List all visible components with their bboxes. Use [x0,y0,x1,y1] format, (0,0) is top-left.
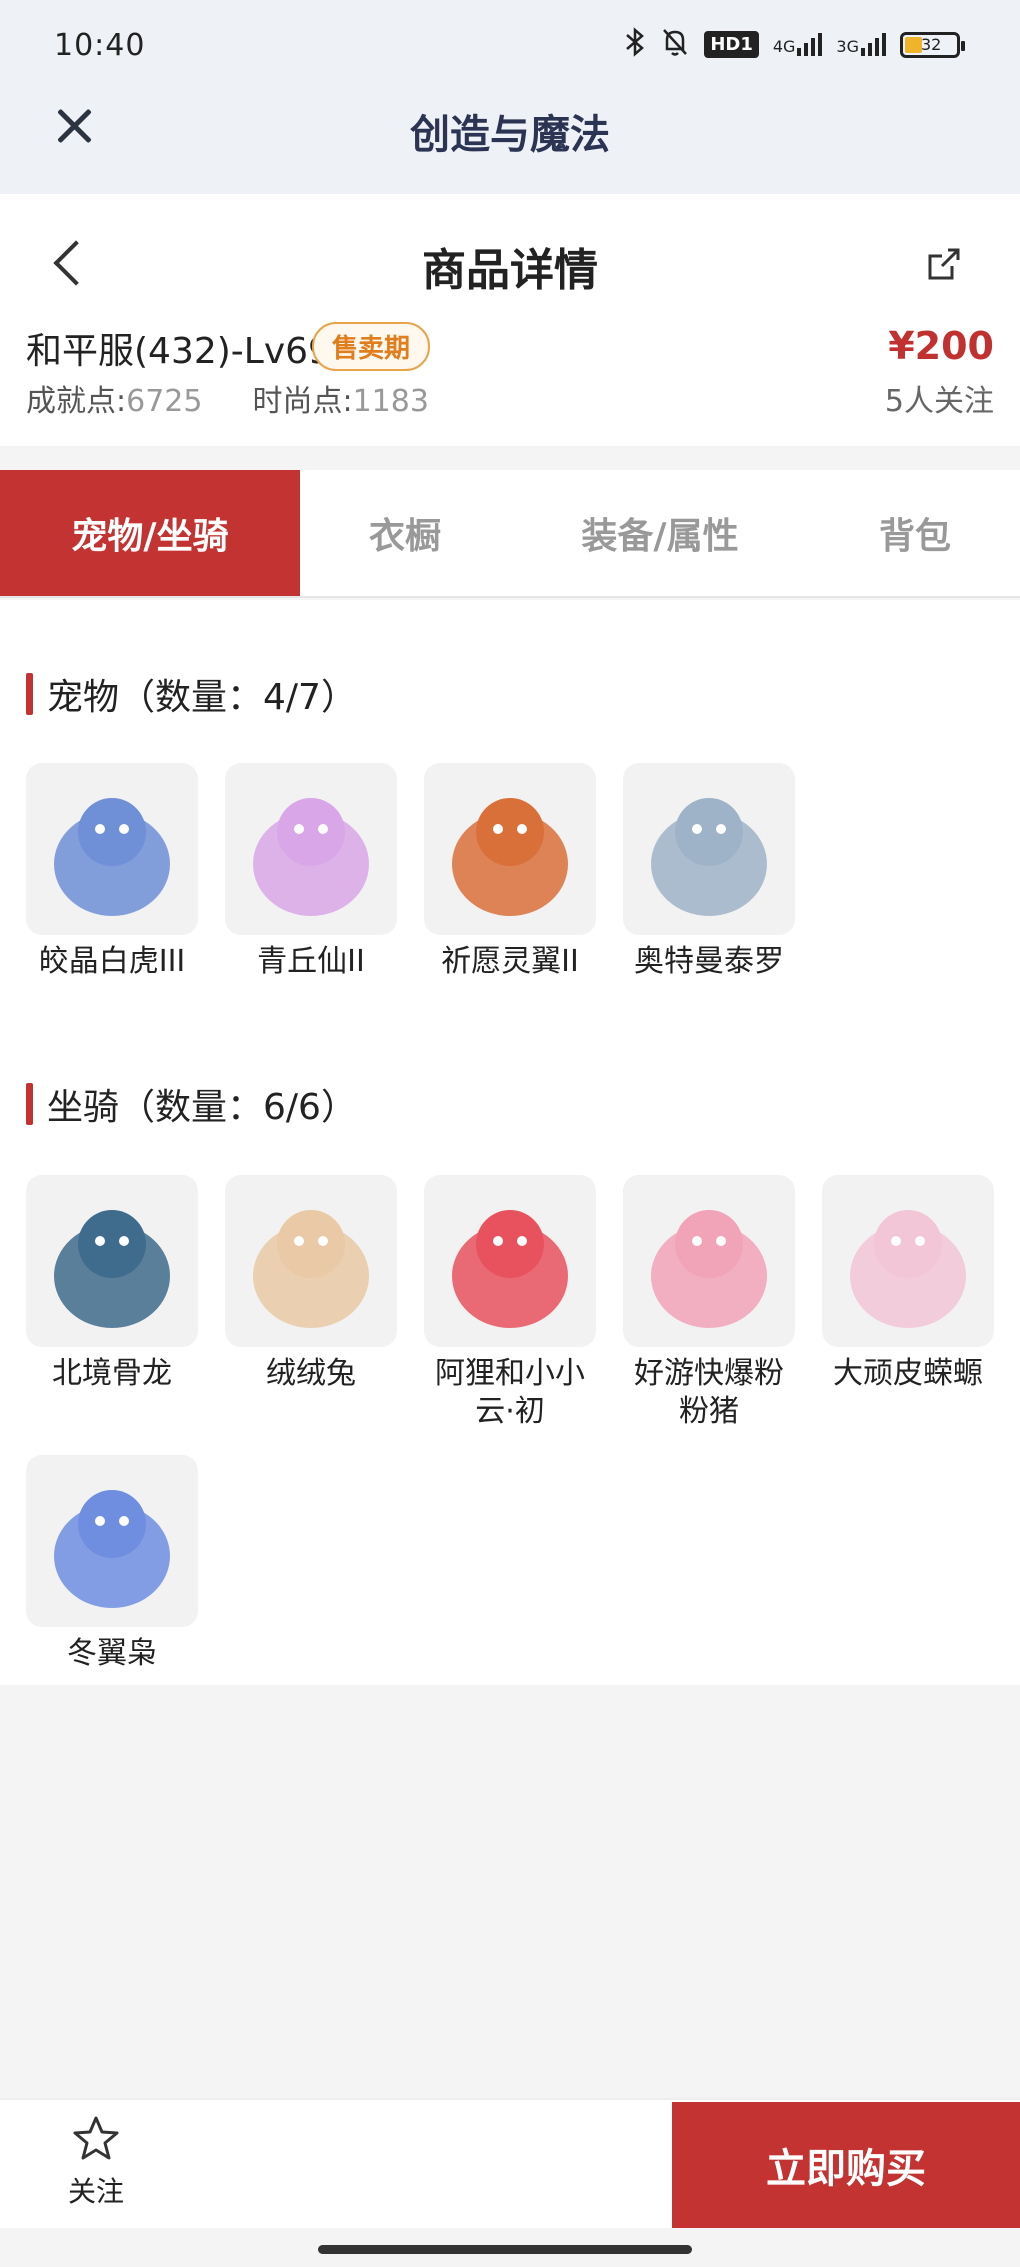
network-4g-label: 4G [772,37,796,56]
mount-name: 好游快爆粉粉猪 [634,1356,784,1429]
mute-bell-icon [660,26,690,63]
follow-label: 关注 [67,2175,124,2208]
mount-item[interactable]: 绒绒兔 [225,1175,397,1431]
bottom-bar: 关注 立即购买 [0,2098,1020,2228]
achievement-label: 成就点: [26,384,127,419]
hd-badge: HD1 [704,31,759,58]
mounts-grid: 北境骨龙 绒绒兔 阿狸和小小云·初 好游快爆粉粉猪 大顽皮蝾螈冬翼枭 [26,1175,994,1673]
item-name: 和平服(432)-Lv69 [26,331,331,372]
network-3g-label: 3G [836,37,859,56]
mount-name: 阿狸和小小云·初 [435,1356,585,1429]
signal-4g-icon: 4G [773,33,823,56]
follow-button[interactable]: 关注 [60,2114,132,2210]
mount-name: 绒绒兔 [266,1356,356,1391]
fox-spirit-icon [225,763,397,935]
achievement-value: 6725 [126,384,203,419]
owl-icon [26,1455,198,1627]
axolotl-icon [822,1175,994,1347]
mount-item[interactable]: 冬翼枭 [26,1455,198,1673]
mount-item[interactable]: 北境骨龙 [26,1175,198,1431]
pet-name: 皎晶白虎III [38,944,186,979]
pet-item[interactable]: 奥特曼泰罗 [623,763,795,981]
page-title: 商品详情 [422,245,598,296]
battery-icon: 32 [900,31,965,58]
follower-count: 5人关注 [884,384,994,419]
pets-mounts-panel: 宠物（数量：4/7） 皎晶白虎III 青丘仙II 祈愿灵翼II 奥特曼泰罗 坐骑（数量… [0,600,1020,1685]
fashion-value: 1183 [352,384,429,419]
ultraman-icon [623,763,795,935]
top-area: 10:40 HD1 4G 3G 32 创造与魔法 [0,0,1020,194]
eagle-icon [424,763,596,935]
tab-pets-mounts[interactable]: 宠物/坐骑 [0,470,300,596]
mount-name: 北境骨龙 [52,1356,172,1391]
rabbit-icon [225,1175,397,1347]
tab-equipment[interactable]: 装备/属性 [510,470,810,596]
bluetooth-icon [624,26,646,63]
share-icon[interactable] [924,244,964,284]
fox-cloud-icon [424,1175,596,1347]
pets-section-title: 宠物（数量：4/7） [26,668,357,720]
home-indicator[interactable] [318,2245,692,2254]
tab-backpack[interactable]: 背包 [810,470,1020,596]
pet-item[interactable]: 青丘仙II [225,763,397,981]
price: ¥200 [888,324,994,368]
fashion-label: 时尚点: [252,384,353,419]
battery-percent: 32 [921,35,942,54]
bone-dragon-icon [26,1175,198,1347]
mounts-section-title: 坐骑（数量：6/6） [26,1078,357,1130]
mount-item[interactable]: 阿狸和小小云·初 [424,1175,596,1431]
pet-name: 奥特曼泰罗 [634,944,784,979]
battery-level [905,36,923,53]
status-icons: HD1 4G 3G 32 [624,26,965,63]
mount-item[interactable]: 好游快爆粉粉猪 [623,1175,795,1431]
mount-name: 大顽皮蝾螈 [833,1356,983,1391]
buy-now-button[interactable]: 立即购买 [672,2102,1020,2228]
detail-tabs: 宠物/坐骑 衣橱 装备/属性 背包 [0,470,1020,598]
pig-icon [623,1175,795,1347]
pets-grid: 皎晶白虎III 青丘仙II 祈愿灵翼II 奥特曼泰罗 [26,763,994,981]
status-time: 10:40 [54,28,146,63]
product-header: 商品详情 和平服(432)-Lv69 售卖期 ¥200 成就点:6725 时尚点:… [0,194,1020,446]
mount-name: 冬翼枭 [67,1636,157,1671]
pet-name: 青丘仙II [257,944,365,979]
tab-wardrobe[interactable]: 衣橱 [300,470,510,596]
sale-status-badge: 售卖期 [312,322,431,371]
app-title: 创造与魔法 [410,112,610,158]
star-icon [73,2116,119,2160]
pet-name: 祈愿灵翼II [441,944,579,979]
tiger-icon [26,763,198,935]
pet-item[interactable]: 祈愿灵翼II [424,763,596,981]
mount-item[interactable]: 大顽皮蝾螈 [822,1175,994,1431]
pet-item[interactable]: 皎晶白虎III [26,763,198,981]
signal-3g-icon: 3G [836,33,886,56]
stats-line: 成就点:6725 时尚点:1183 [26,376,429,420]
